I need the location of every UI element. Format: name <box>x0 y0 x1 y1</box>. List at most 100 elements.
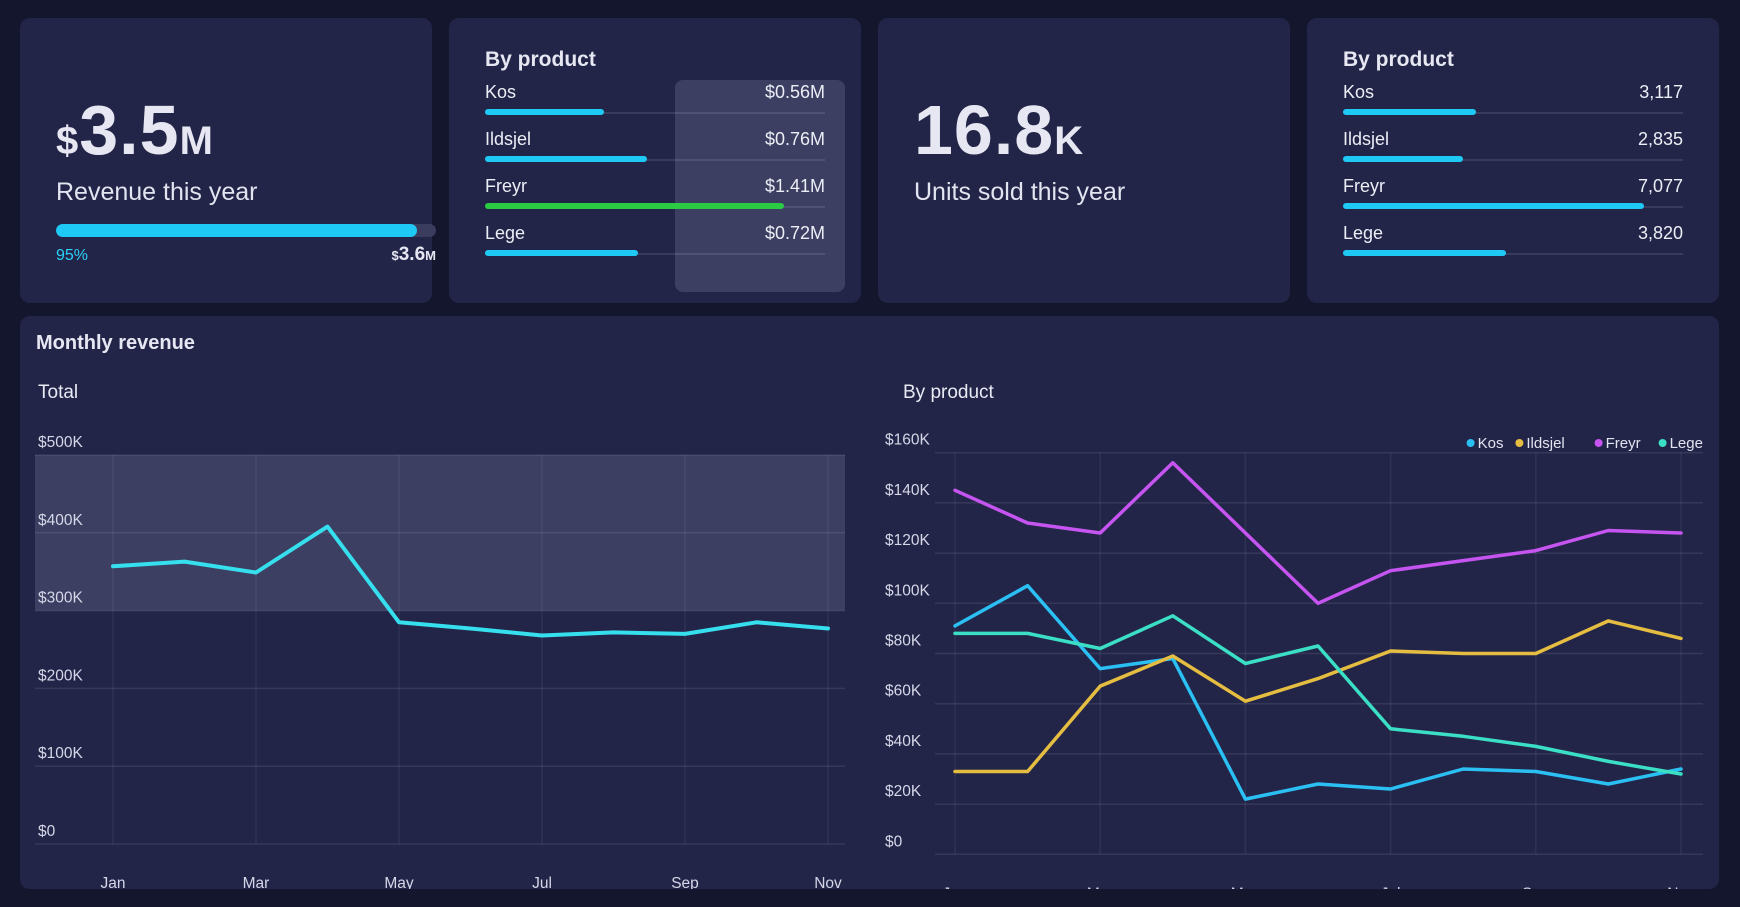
line-lege <box>953 614 1683 776</box>
y-axis-label: $120K <box>885 532 930 549</box>
product-label: Lege <box>485 223 526 243</box>
product-label: Kos <box>1343 82 1375 102</box>
product-label: Ildsjel <box>1343 129 1390 149</box>
x-axis-label: Jul <box>532 875 552 889</box>
x-axis-label: Jan <box>101 875 126 889</box>
line-freyr <box>953 460 1683 606</box>
kpi-units-label: Units sold this year <box>914 178 1126 206</box>
product-label: Lege <box>1343 223 1384 243</box>
y-axis-label: $400K <box>38 512 83 529</box>
card-revenue-by-product: By product Kos $0.56M Ildsjel $0.76M Freyr $1… <box>449 18 861 303</box>
y-axis-label: $300K <box>38 590 83 607</box>
kpi-revenue-value: $3.5M <box>56 90 214 170</box>
legend-label-kos[interactable]: Kos <box>1478 435 1504 452</box>
product-bar-fill <box>485 203 785 209</box>
revenue-by-product-title: By product <box>485 48 596 71</box>
product-bar-fill <box>485 109 604 115</box>
y-axis-label: $60K <box>885 683 922 700</box>
product-row-ildsjel: Ildsjel 2,835 <box>1343 129 1683 163</box>
product-row-ildsjel: Ildsjel $0.76M <box>485 129 825 163</box>
product-row-lege: Lege $0.72M <box>485 223 825 257</box>
product-bar <box>485 203 825 210</box>
card-monthly-revenue: Monthly revenue Total By product $0 $100K… <box>20 316 1719 889</box>
units-by-product-title: By product <box>1343 48 1454 71</box>
legend-label-freyr[interactable]: Freyr <box>1606 435 1641 452</box>
units-by-product-rows: Kos 3,117 Ildsjel 2,835 Freyr 7,077 Lege 3,820 <box>1343 82 1683 270</box>
x-axis-label: May <box>1231 885 1261 889</box>
revenue-progress-target: $3.6M <box>391 244 437 265</box>
kpi-card-units: 16.8K Units sold this year <box>878 18 1290 303</box>
revenue-progress-percent: 95% <box>56 247 89 264</box>
product-bar <box>485 250 825 257</box>
product-bar-fill <box>1343 156 1464 162</box>
line-ildsjel <box>953 619 1683 774</box>
monthly-revenue-charts: $0 $100K $200K $300K $400K $500K Jan Mar May Jul S… <box>35 432 1703 889</box>
kpi-revenue-number: 3.5 <box>79 91 180 169</box>
product-row-kos: Kos 3,117 <box>1343 82 1683 116</box>
y-axis-label: $160K <box>885 432 930 449</box>
kpi-card-revenue: $3.5M Revenue this year 95% $3.6M <box>20 18 436 303</box>
y-axis-label: $40K <box>885 733 922 750</box>
y-axis-label: $200K <box>38 667 83 684</box>
card-units-by-product: By product Kos 3,117 Ildsjel 2,835 Freyr 7,07… <box>1307 18 1719 303</box>
x-axis-label: Mar <box>1087 885 1114 889</box>
product-value: $1.41M <box>764 176 825 196</box>
legend-dot-ildsjel[interactable] <box>1515 439 1524 447</box>
product-row-kos: Kos $0.56M <box>485 82 825 116</box>
kpi-units-number: 16.8 <box>914 91 1055 169</box>
y-axis-label: $100K <box>885 582 930 599</box>
kpi-units-value: 16.8K <box>914 90 1084 170</box>
x-axis-label: Nov <box>1667 885 1695 889</box>
product-bar <box>485 156 825 163</box>
y-axis-label: $500K <box>38 434 83 451</box>
product-bar <box>1343 156 1683 163</box>
dashboard: { "colors": { "page_bg": "#14162e", "car… <box>0 0 1740 907</box>
kpi-units-unit: K <box>1054 119 1085 163</box>
kpi-revenue-label: Revenue this year <box>56 178 258 206</box>
product-bar-fill <box>1343 109 1476 115</box>
product-label: Ildsjel <box>485 129 532 149</box>
y-axis-label: $20K <box>885 783 922 800</box>
revenue-progress-info: 95% $3.6M <box>56 244 436 266</box>
product-label: Freyr <box>485 176 527 196</box>
x-axis-label: May <box>384 875 414 889</box>
product-label: Freyr <box>1343 176 1385 196</box>
product-value: 3,117 <box>1639 82 1683 102</box>
revenue-progress-bar <box>56 224 436 237</box>
product-value: $0.72M <box>764 223 825 243</box>
revenue-progress-fill <box>56 224 417 237</box>
product-value: $0.56M <box>764 82 825 102</box>
product-bar-fill <box>485 156 647 162</box>
legend-dot-freyr[interactable] <box>1594 439 1603 447</box>
x-axis-label: Jan <box>943 885 968 889</box>
product-bar <box>1343 203 1683 210</box>
kpi-revenue-currency: $ <box>56 119 80 163</box>
product-value: 3,820 <box>1637 223 1683 243</box>
line-kos <box>953 583 1683 801</box>
product-row-lege: Lege 3,820 <box>1343 223 1683 257</box>
legend-dot-kos[interactable] <box>1466 439 1475 447</box>
chart-monthly_revenue_by_product: $0 $20K $40K $60K $80K $100K $120K $140K $160K Ja… <box>885 432 1703 889</box>
product-value: 7,077 <box>1637 176 1683 196</box>
y-axis-label: $0 <box>885 833 903 850</box>
x-axis-label: Sep <box>1522 885 1550 889</box>
legend-dot-lege[interactable] <box>1658 439 1667 447</box>
product-bar-fill <box>1343 203 1644 209</box>
x-axis-label: Jul <box>1381 885 1401 889</box>
x-axis-label: Nov <box>814 875 842 889</box>
x-axis-label: Sep <box>671 875 699 889</box>
x-axis-label: Mar <box>243 875 270 889</box>
product-value: 2,835 <box>1637 129 1683 149</box>
y-axis-label: $100K <box>38 745 83 762</box>
product-bar <box>485 109 825 116</box>
chart-monthly_revenue_total: $0 $100K $200K $300K $400K $500K Jan Mar May Jul S… <box>35 434 845 889</box>
y-axis-label: $80K <box>885 633 922 650</box>
legend-label-ildsjel[interactable]: Ildsjel <box>1526 435 1564 452</box>
product-row-freyr: Freyr 7,077 <box>1343 176 1683 210</box>
y-axis-label: $140K <box>885 482 930 499</box>
product-bar-fill <box>485 250 638 256</box>
product-bar-fill <box>1343 250 1506 256</box>
product-bar <box>1343 250 1683 257</box>
product-bar <box>1343 109 1683 116</box>
legend-label-lege[interactable]: Lege <box>1670 435 1703 452</box>
